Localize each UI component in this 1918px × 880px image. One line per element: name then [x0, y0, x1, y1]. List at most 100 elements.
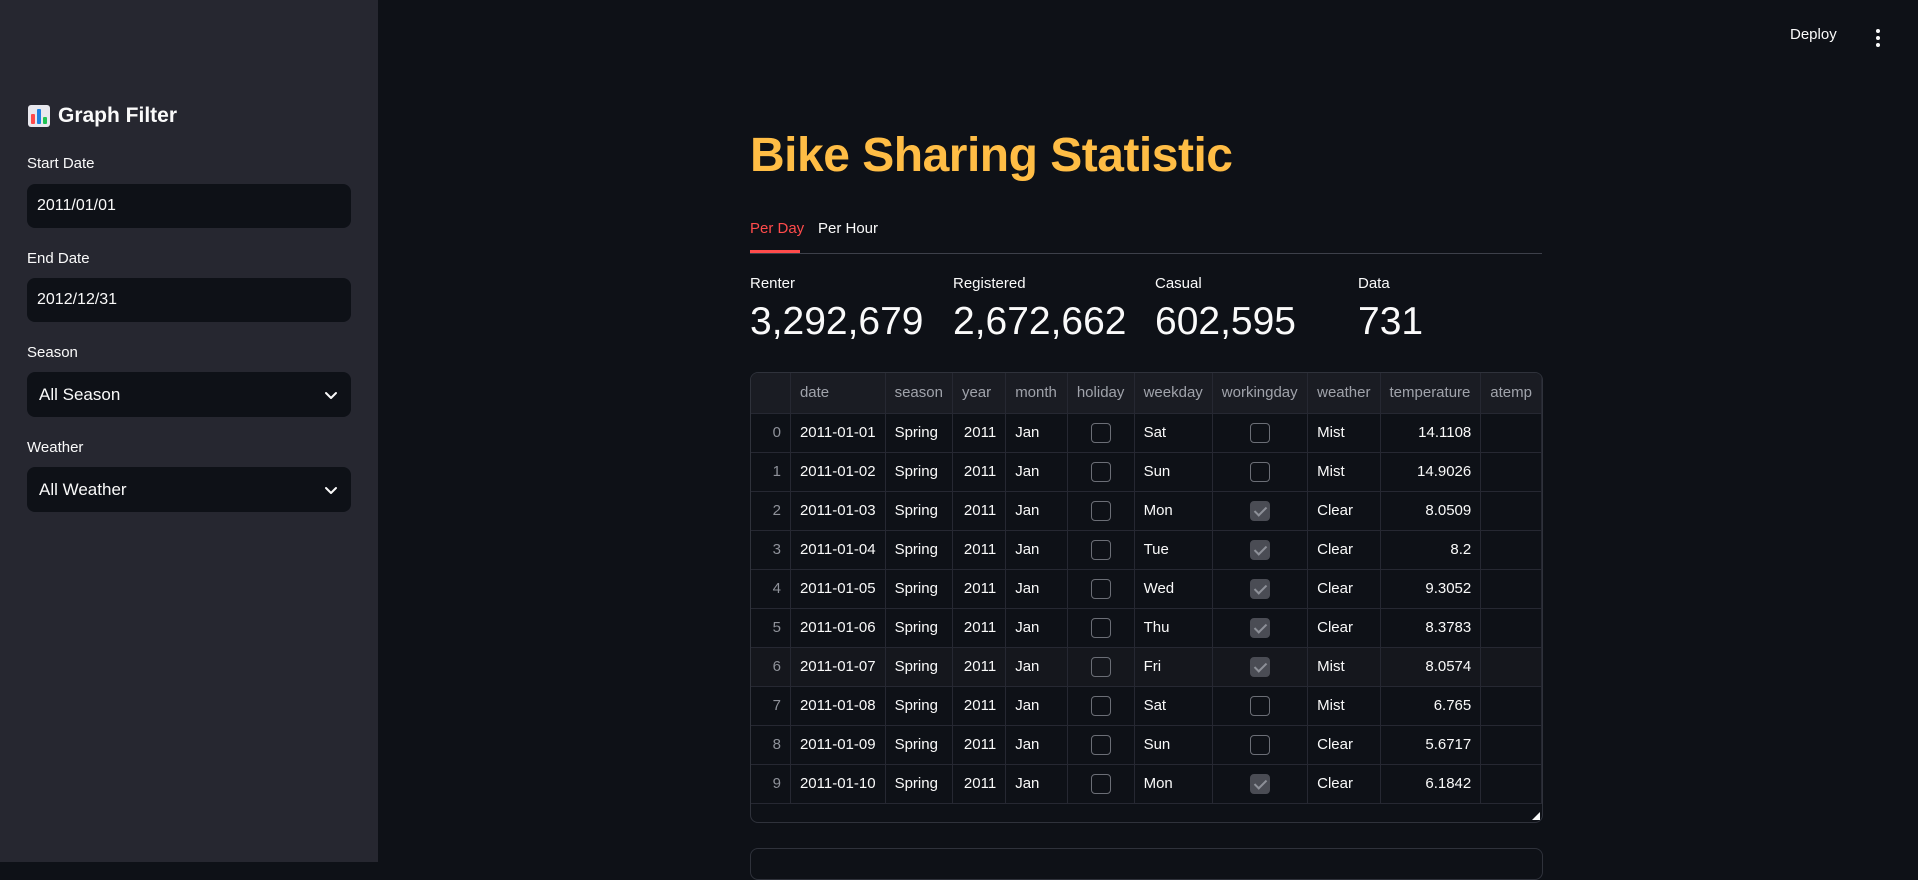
table-cell[interactable]: Mist: [1307, 452, 1381, 492]
table-cell[interactable]: Wed: [1134, 569, 1213, 609]
table-cell[interactable]: [1480, 569, 1542, 609]
checkbox-cell[interactable]: [1212, 725, 1309, 765]
table-row[interactable]: 8 2011-01-09 Spring 2011 Jan Sun Clear 5.6717: [751, 725, 1542, 765]
table-cell[interactable]: 2011-01-02: [790, 452, 886, 492]
checkbox-cell[interactable]: [1067, 608, 1135, 648]
table-cell[interactable]: Clear: [1307, 530, 1381, 570]
end-date-input[interactable]: 2012/12/31: [27, 278, 351, 322]
table-cell[interactable]: 2011: [952, 725, 1007, 765]
table-cell[interactable]: 2011: [952, 764, 1007, 804]
table-cell[interactable]: Spring: [885, 725, 953, 765]
checkbox-cell[interactable]: [1067, 569, 1135, 609]
table-cell[interactable]: 6.1842: [1380, 764, 1482, 804]
checkbox-cell[interactable]: [1067, 530, 1135, 570]
table-cell[interactable]: Jan: [1005, 725, 1068, 765]
table-cell[interactable]: Sat: [1134, 413, 1213, 453]
table-cell[interactable]: Mist: [1307, 686, 1381, 726]
table-cell[interactable]: 2011: [952, 647, 1007, 687]
table-cell[interactable]: [1480, 647, 1542, 687]
table-cell[interactable]: 14.9026: [1380, 452, 1482, 492]
table-cell[interactable]: Sun: [1134, 452, 1213, 492]
table-cell[interactable]: 8.2: [1380, 530, 1482, 570]
row-index[interactable]: 5: [751, 608, 791, 648]
table-cell[interactable]: 8.3783: [1380, 608, 1482, 648]
table-cell[interactable]: Mon: [1134, 491, 1213, 531]
table-cell[interactable]: 2011-01-09: [790, 725, 886, 765]
column-header[interactable]: holiday: [1067, 373, 1135, 414]
table-cell[interactable]: Mist: [1307, 413, 1381, 453]
table-cell[interactable]: 2011: [952, 413, 1007, 453]
table-cell[interactable]: Spring: [885, 686, 953, 726]
table-row[interactable]: 4 2011-01-05 Spring 2011 Jan Wed Clear 9.3052: [751, 569, 1542, 609]
table-cell[interactable]: 2011-01-06: [790, 608, 886, 648]
table-cell[interactable]: 6.765: [1380, 686, 1482, 726]
column-header[interactable]: year: [952, 373, 1007, 414]
column-header[interactable]: month: [1005, 373, 1068, 414]
table-cell[interactable]: 2011-01-01: [790, 413, 886, 453]
table-cell[interactable]: 2011: [952, 686, 1007, 726]
table-cell[interactable]: [1480, 725, 1542, 765]
row-index[interactable]: 7: [751, 686, 791, 726]
table-cell[interactable]: Jan: [1005, 491, 1068, 531]
season-select[interactable]: All Season: [27, 372, 351, 417]
table-cell[interactable]: Jan: [1005, 569, 1068, 609]
column-header[interactable]: weekday: [1134, 373, 1213, 414]
table-cell[interactable]: Jan: [1005, 413, 1068, 453]
table-cell[interactable]: Spring: [885, 569, 953, 609]
row-index[interactable]: 0: [751, 413, 791, 453]
table-cell[interactable]: Spring: [885, 764, 953, 804]
column-header[interactable]: workingday: [1212, 373, 1309, 414]
checkbox-cell[interactable]: [1067, 686, 1135, 726]
table-cell[interactable]: 2011-01-03: [790, 491, 886, 531]
row-index[interactable]: 9: [751, 764, 791, 804]
table-cell[interactable]: 14.1108: [1380, 413, 1482, 453]
checkbox-cell[interactable]: [1212, 530, 1309, 570]
checkbox-cell[interactable]: [1212, 569, 1309, 609]
table-cell[interactable]: Jan: [1005, 686, 1068, 726]
table-cell[interactable]: 2011: [952, 491, 1007, 531]
checkbox-cell[interactable]: [1212, 413, 1309, 453]
table-cell[interactable]: Clear: [1307, 608, 1381, 648]
table-cell[interactable]: 2011: [952, 452, 1007, 492]
row-index[interactable]: 2: [751, 491, 791, 531]
table-cell[interactable]: [1480, 491, 1542, 531]
table-cell[interactable]: 2011: [952, 569, 1007, 609]
table-cell[interactable]: 2011-01-04: [790, 530, 886, 570]
weather-select[interactable]: All Weather: [27, 467, 351, 512]
table-cell[interactable]: Thu: [1134, 608, 1213, 648]
table-cell[interactable]: Clear: [1307, 725, 1381, 765]
deploy-button[interactable]: Deploy: [1790, 26, 1837, 43]
table-cell[interactable]: Spring: [885, 608, 953, 648]
table-cell[interactable]: 2011: [952, 530, 1007, 570]
table-cell[interactable]: Spring: [885, 647, 953, 687]
table-cell[interactable]: [1480, 413, 1542, 453]
resize-handle-icon[interactable]: [1532, 812, 1540, 820]
table-cell[interactable]: Spring: [885, 530, 953, 570]
table-cell[interactable]: Sat: [1134, 686, 1213, 726]
checkbox-cell[interactable]: [1067, 764, 1135, 804]
table-cell[interactable]: [1480, 764, 1542, 804]
table-cell[interactable]: Jan: [1005, 530, 1068, 570]
table-cell[interactable]: Sun: [1134, 725, 1213, 765]
table-cell[interactable]: 2011-01-05: [790, 569, 886, 609]
checkbox-cell[interactable]: [1067, 647, 1135, 687]
table-cell[interactable]: 8.0509: [1380, 491, 1482, 531]
table-row[interactable]: 2 2011-01-03 Spring 2011 Jan Mon Clear 8.0509: [751, 491, 1542, 531]
table-cell[interactable]: Jan: [1005, 764, 1068, 804]
checkbox-cell[interactable]: [1212, 608, 1309, 648]
column-header[interactable]: [751, 373, 791, 414]
data-table[interactable]: date season year month holiday weekday working…: [750, 372, 1543, 823]
table-cell[interactable]: [1480, 452, 1542, 492]
table-cell[interactable]: Clear: [1307, 764, 1381, 804]
start-date-input[interactable]: 2011/01/01: [27, 184, 351, 228]
row-index[interactable]: 1: [751, 452, 791, 492]
kebab-menu-icon[interactable]: [1871, 28, 1885, 48]
table-cell[interactable]: 9.3052: [1380, 569, 1482, 609]
table-cell[interactable]: Mist: [1307, 647, 1381, 687]
checkbox-cell[interactable]: [1212, 491, 1309, 531]
checkbox-cell[interactable]: [1212, 647, 1309, 687]
table-row[interactable]: 7 2011-01-08 Spring 2011 Jan Sat Mist 6.765: [751, 686, 1542, 726]
checkbox-cell[interactable]: [1067, 413, 1135, 453]
table-cell[interactable]: Spring: [885, 413, 953, 453]
table-cell[interactable]: Clear: [1307, 491, 1381, 531]
